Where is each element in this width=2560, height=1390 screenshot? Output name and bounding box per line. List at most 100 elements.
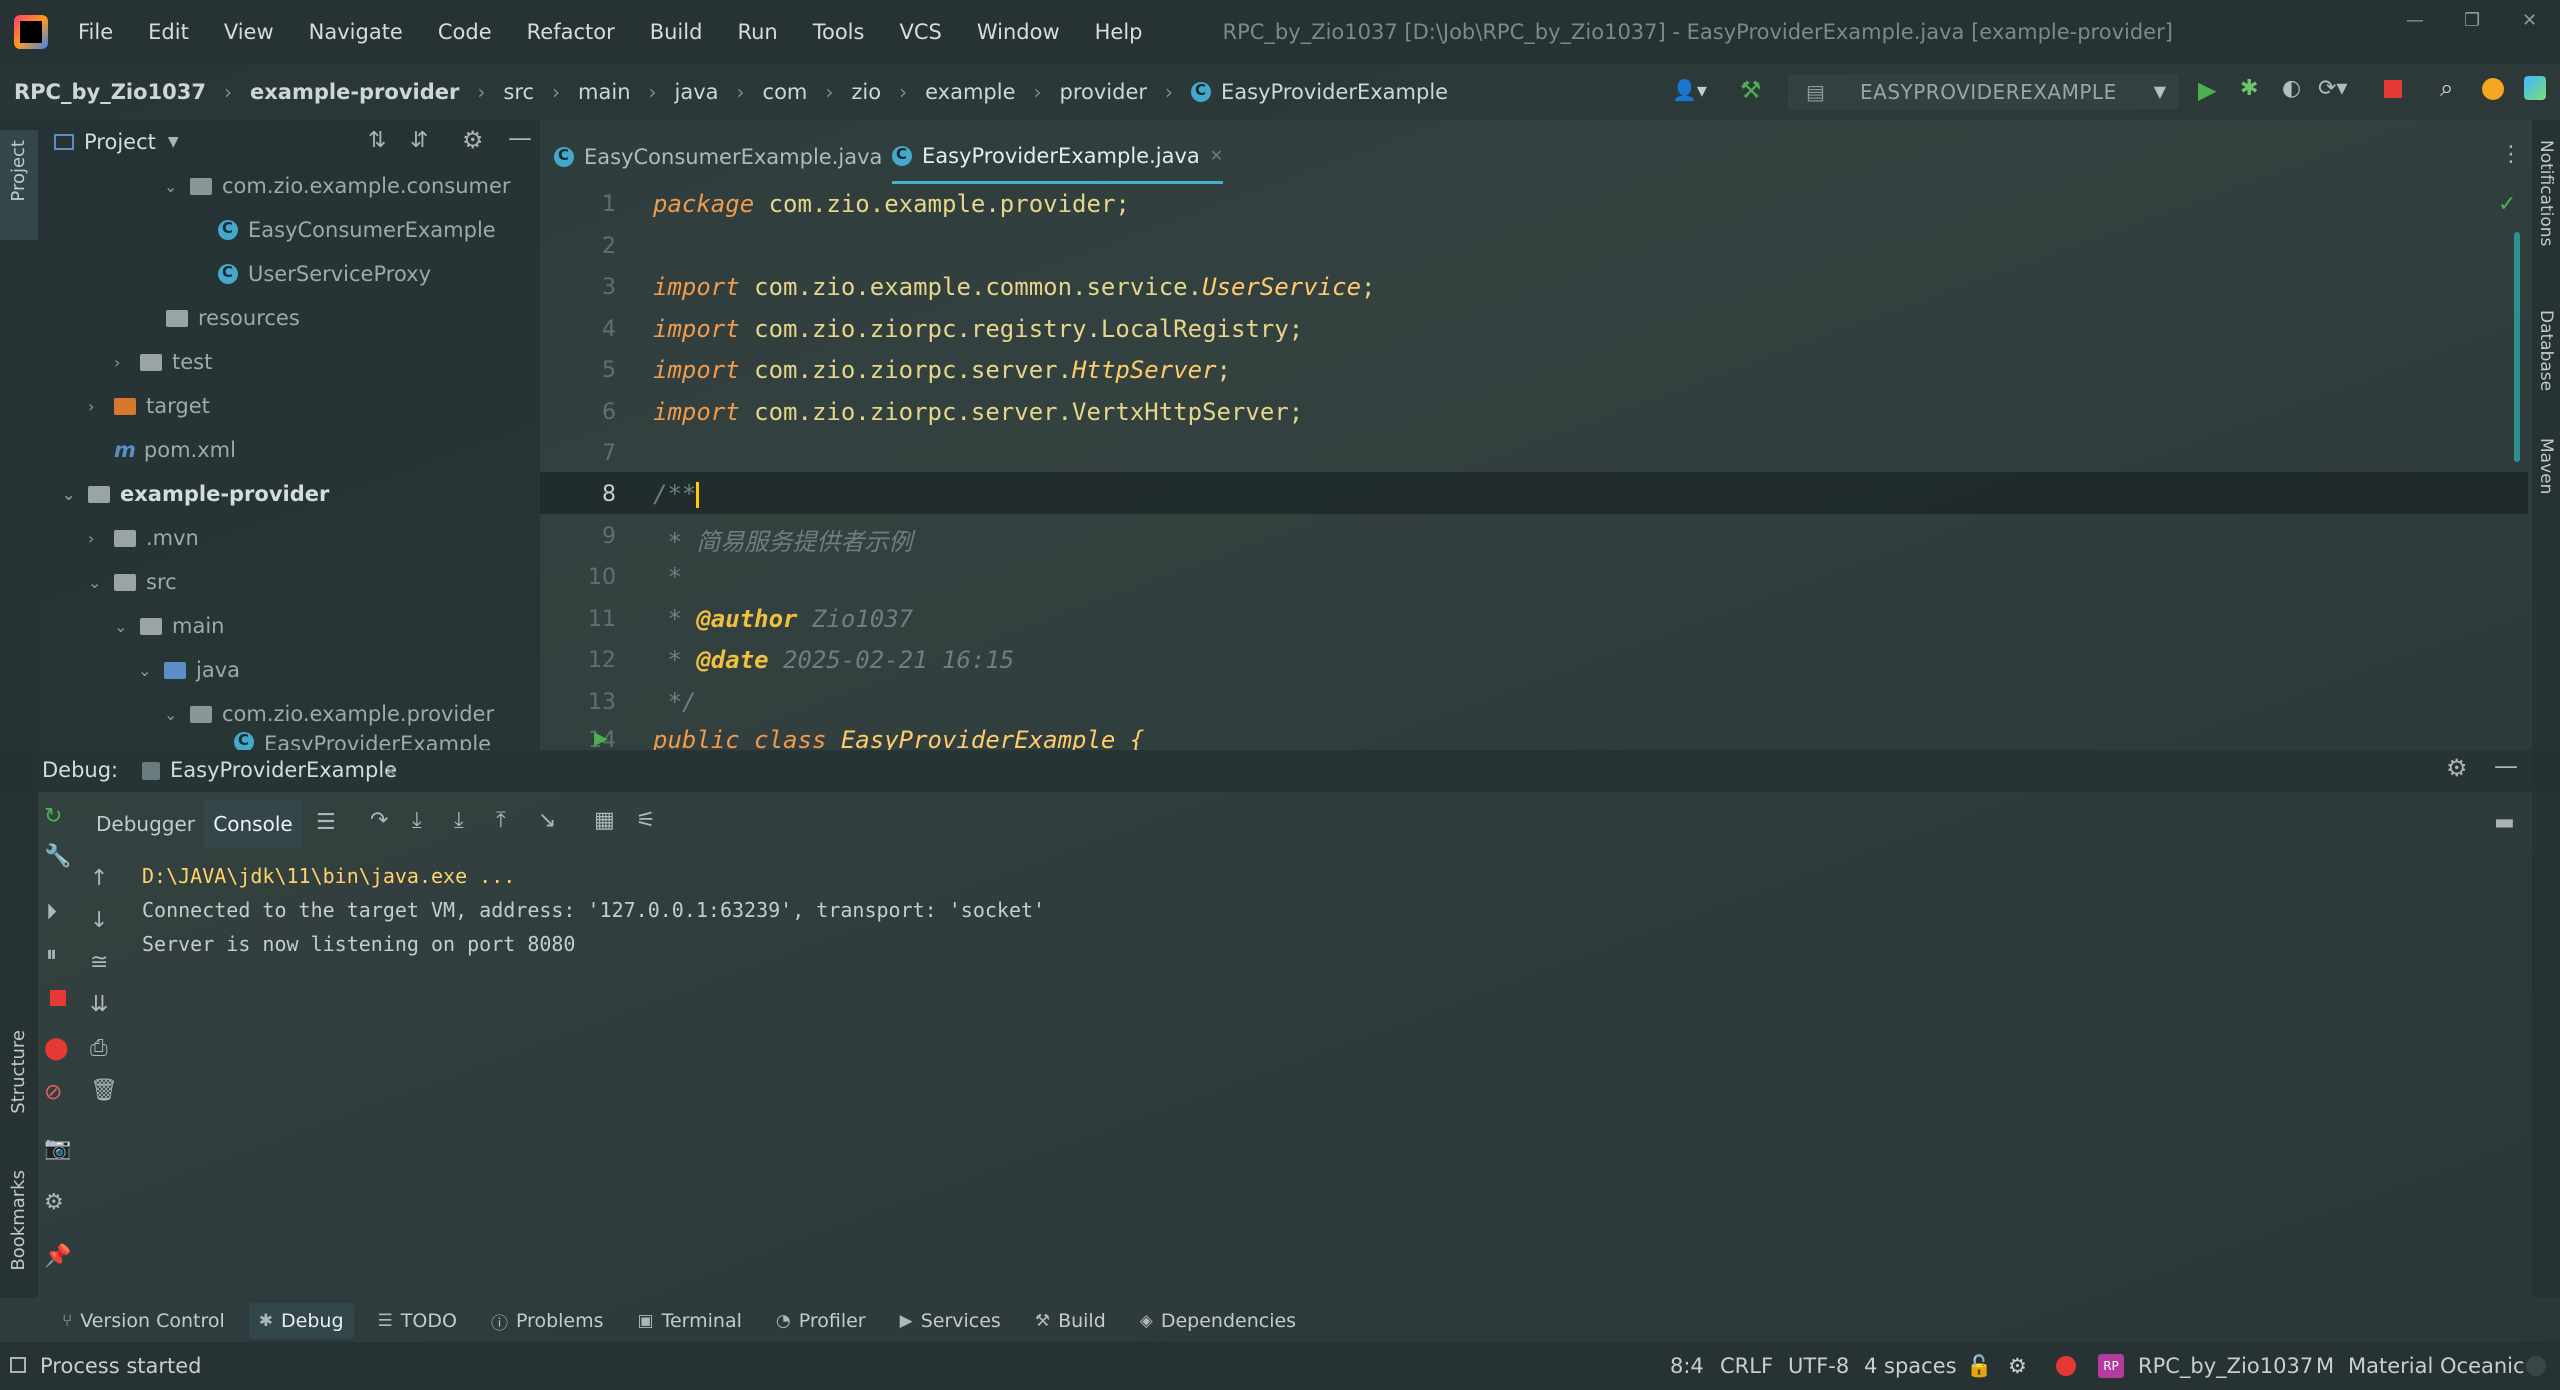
debug-bug-icon[interactable]: ✱ bbox=[2240, 76, 2258, 101]
run-to-cursor-icon[interactable]: ↘ bbox=[538, 808, 556, 833]
step-into-icon[interactable]: ⤓ bbox=[412, 808, 422, 833]
stop-debug-icon[interactable] bbox=[50, 990, 66, 1006]
more-tabs-icon[interactable]: ⋮ bbox=[2500, 142, 2522, 167]
breadcrumb-zio[interactable]: zio bbox=[851, 80, 881, 104]
menu-run[interactable]: Run bbox=[737, 20, 777, 44]
scroll-to-end-icon[interactable]: ⇊ bbox=[90, 992, 108, 1017]
tab-easy-consumer-example[interactable]: EasyConsumerExample.java ✕ bbox=[554, 130, 906, 184]
trace-icon[interactable]: ⚟ bbox=[636, 808, 656, 833]
code-editor[interactable]: 1 2 3 4 5 6 7 8 9 10 11 12 13 14 ▶ ✓ pac… bbox=[540, 184, 2540, 750]
tab-console[interactable]: Console bbox=[204, 800, 302, 848]
run-icon[interactable]: ▶ bbox=[2198, 76, 2216, 104]
print-icon[interactable]: ⎙ bbox=[90, 1036, 108, 1061]
pause-icon[interactable]: ⏸ bbox=[46, 942, 57, 967]
evaluate-expression-icon[interactable]: ▦ bbox=[594, 808, 615, 833]
tree-item[interactable]: m pom.xml bbox=[114, 428, 236, 472]
tree-item[interactable]: ⌄ example-provider bbox=[62, 472, 329, 516]
editor-scrollbar[interactable] bbox=[2514, 232, 2520, 462]
theme-name[interactable]: Material Oceanic bbox=[2348, 1354, 2525, 1378]
step-out-icon[interactable]: ⤒ bbox=[496, 808, 506, 833]
collapse-all-icon[interactable]: ⇵ bbox=[410, 128, 428, 153]
error-icon[interactable] bbox=[2056, 1356, 2076, 1376]
expand-all-icon[interactable]: ⇅ bbox=[368, 128, 386, 153]
tool-debug[interactable]: ✱ Debug bbox=[248, 1303, 354, 1339]
breadcrumb-example[interactable]: example bbox=[925, 80, 1015, 104]
step-over-icon[interactable]: ↷ bbox=[370, 808, 388, 833]
run-gutter-icon[interactable]: ▶ bbox=[594, 728, 608, 749]
debug-session-tab[interactable]: EasyProviderExample bbox=[170, 758, 397, 782]
tool-build[interactable]: ⚒ Build bbox=[1025, 1303, 1116, 1339]
tree-item[interactable]: UserServiceProxy bbox=[218, 252, 431, 296]
tree-item[interactable]: ⌄ com.zio.example.consumer bbox=[164, 164, 511, 208]
force-step-into-icon[interactable]: ⤓ bbox=[454, 808, 464, 833]
plugin-icon[interactable] bbox=[2524, 76, 2546, 100]
trash-icon[interactable]: 🗑 bbox=[90, 1078, 118, 1103]
tree-item[interactable]: › .mvn bbox=[88, 516, 199, 560]
tool-services[interactable]: ▶ Services bbox=[890, 1303, 1011, 1339]
lock-icon[interactable]: 🔓 bbox=[1966, 1354, 1992, 1379]
run-configuration-select[interactable]: ▤ EASYPROVIDEREXAMPLE ▼ bbox=[1788, 74, 2178, 110]
line-separator[interactable]: CRLF bbox=[1720, 1354, 1773, 1378]
view-breakpoints-icon[interactable]: ⬤ bbox=[44, 1036, 69, 1061]
menu-lines-icon[interactable]: ☰ bbox=[316, 810, 336, 835]
menu-navigate[interactable]: Navigate bbox=[309, 20, 403, 44]
resume-icon[interactable]: ⏵ bbox=[46, 900, 57, 925]
tab-debugger[interactable]: Debugger bbox=[96, 804, 195, 844]
breadcrumb-com[interactable]: com bbox=[763, 80, 808, 104]
menu-file[interactable]: File bbox=[78, 20, 113, 44]
tool-terminal[interactable]: ▣ Terminal bbox=[628, 1303, 752, 1339]
tree-item[interactable]: › target bbox=[88, 384, 210, 428]
wrench-icon[interactable]: 🔧 bbox=[44, 844, 71, 869]
side-tab-structure[interactable]: Structure bbox=[8, 1030, 29, 1114]
breadcrumb-src[interactable]: src bbox=[503, 80, 534, 104]
file-encoding[interactable]: UTF-8 bbox=[1788, 1354, 1849, 1378]
gear-icon[interactable]: ⚙ bbox=[2446, 754, 2468, 782]
indent-setting[interactable]: 4 spaces bbox=[1864, 1354, 1957, 1378]
menu-view[interactable]: View bbox=[224, 20, 274, 44]
tab-easy-provider-example[interactable]: EasyProviderExample.java ✕ bbox=[892, 130, 1224, 184]
caret-position[interactable]: 8:4 bbox=[1670, 1354, 1704, 1378]
panel-toggle-icon[interactable] bbox=[10, 1357, 26, 1373]
tree-item[interactable]: ⌄ src bbox=[88, 560, 177, 604]
scroll-up-icon[interactable]: ↑ bbox=[90, 866, 108, 891]
breadcrumb-provider[interactable]: provider bbox=[1060, 80, 1148, 104]
tree-item[interactable]: EasyProviderExample bbox=[234, 732, 491, 750]
mute-breakpoints-icon[interactable]: ⊘ bbox=[44, 1080, 62, 1105]
tool-profiler[interactable]: ◔ Profiler bbox=[766, 1303, 876, 1339]
breadcrumb-module[interactable]: example-provider bbox=[250, 80, 459, 104]
restore-icon[interactable]: ❐ bbox=[2464, 10, 2480, 31]
breadcrumb-java[interactable]: java bbox=[675, 80, 719, 104]
tree-item[interactable]: resources bbox=[166, 296, 300, 340]
menu-refactor[interactable]: Refactor bbox=[527, 20, 615, 44]
tree-item[interactable]: EasyConsumerExample bbox=[218, 208, 496, 252]
camera-icon[interactable]: 📷 bbox=[44, 1136, 71, 1161]
close-window-icon[interactable]: ✕ bbox=[2522, 10, 2537, 31]
menu-edit[interactable]: Edit bbox=[148, 20, 189, 44]
menu-vcs[interactable]: VCS bbox=[899, 20, 941, 44]
breadcrumb-class[interactable]: EasyProviderExample bbox=[1191, 80, 1448, 104]
close-tab-icon[interactable]: ✕ bbox=[384, 762, 397, 781]
hide-panel-icon[interactable]: — bbox=[2494, 752, 2518, 780]
gear-icon[interactable]: ⚙ bbox=[462, 126, 484, 154]
scroll-down-icon[interactable]: ↓ bbox=[90, 908, 108, 933]
console-output[interactable]: D:\JAVA\jdk\11\bin\java.exe ... Connecte… bbox=[142, 862, 2142, 1062]
breadcrumb-main[interactable]: main bbox=[578, 80, 630, 104]
chevron-down-icon[interactable]: ▼ bbox=[168, 134, 179, 150]
settings-icon[interactable]: ⚙ bbox=[44, 1190, 64, 1215]
stop-icon[interactable] bbox=[2384, 80, 2402, 98]
tree-item[interactable]: ⌄ java bbox=[138, 648, 240, 692]
tool-problems[interactable]: ⓘ Problems bbox=[481, 1303, 614, 1339]
tool-todo[interactable]: ☰ TODO bbox=[368, 1303, 467, 1339]
user-icon[interactable]: 👤▾ bbox=[1672, 78, 1707, 102]
project-panel-title[interactable]: Project bbox=[84, 130, 156, 154]
tree-item[interactable]: ⌄ com.zio.example.provider bbox=[164, 692, 494, 736]
close-tab-icon[interactable]: ✕ bbox=[1210, 146, 1223, 165]
project-name[interactable]: RPC_by_Zio1037 bbox=[2138, 1354, 2313, 1378]
tool-dependencies[interactable]: ◈ Dependencies bbox=[1130, 1303, 1306, 1339]
coverage-icon[interactable]: ◐ bbox=[2282, 76, 2301, 101]
profiler-icon[interactable]: ⟳▾ bbox=[2318, 76, 2347, 101]
soft-wrap-icon[interactable]: ≅ bbox=[90, 950, 108, 975]
breadcrumb-project[interactable]: RPC_by_Zio1037 bbox=[14, 80, 206, 104]
layout-icon[interactable]: ▬ bbox=[2494, 810, 2515, 835]
hide-panel-icon[interactable]: — bbox=[508, 124, 532, 152]
